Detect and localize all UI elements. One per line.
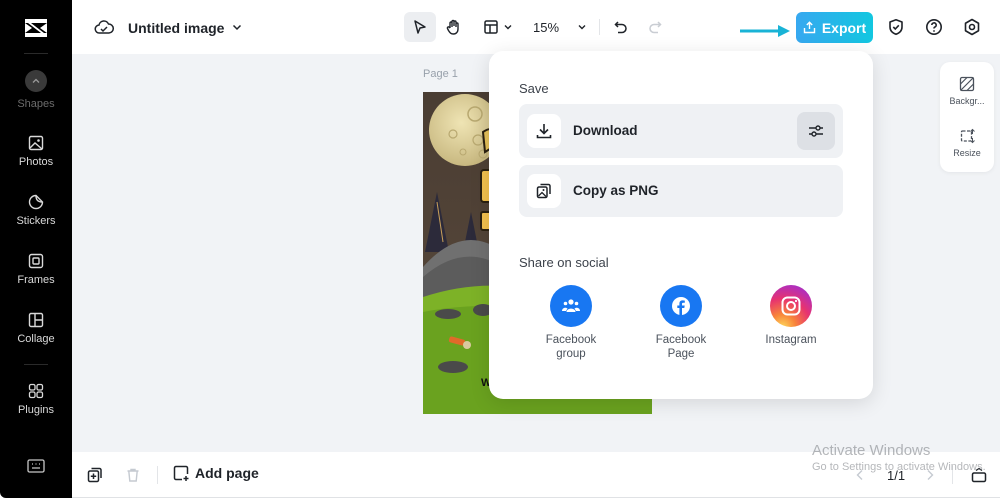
facebook-group-icon [550,285,592,327]
undo-icon [614,21,627,34]
facebook-page-label-line1: Facebook [655,334,707,346]
facebook-group-label-line2: group [556,348,586,360]
copy-as-png-option[interactable]: Copy as PNG [519,165,843,217]
hand-tool-button[interactable] [440,12,468,42]
sidebar-item-shapes[interactable]: Shapes [0,70,72,110]
zoom-level[interactable]: 15% [533,20,559,35]
share-facebook-page[interactable]: Facebook Page [641,285,721,361]
export-popover: Save Download Copy as PNG Share on socia… [489,51,873,399]
annotation-arrow-icon [740,25,790,37]
copy-as-png-label: Copy as PNG [573,183,659,198]
left-sidebar: Shapes Photos Stickers Frames Collage Pl… [0,0,72,498]
sidebar-item-label: Shapes [17,98,55,110]
share-instagram[interactable]: Instagram [751,285,831,347]
sidebar-item-label: Plugins [17,404,55,416]
resize-icon [960,128,975,144]
sidebar-item-photos[interactable]: Photos [0,134,72,168]
sidebar-divider [24,364,48,365]
top-toolbar: Untitled image 15% Export [72,0,1000,54]
cursor-pointer-icon [414,20,426,34]
chevron-down-icon [504,25,512,30]
next-page-icon[interactable] [925,469,935,481]
app-window: Shapes Photos Stickers Frames Collage Pl… [0,0,1000,500]
cloud-saved-icon[interactable] [94,18,114,36]
download-settings-button[interactable] [797,112,835,150]
bottom-divider [157,466,158,484]
save-heading: Save [519,81,549,96]
layout-menu-button[interactable] [478,12,518,42]
sliders-icon [809,125,823,137]
hand-icon [446,19,459,35]
download-icon [536,124,552,139]
share-facebook-group[interactable]: Facebook group [531,285,611,361]
background-button[interactable]: Backgr... [940,76,994,106]
upload-icon [803,21,816,34]
plugins-grid-icon [28,383,44,399]
sidebar-item-label: Frames [17,274,55,286]
redo-icon [649,21,662,34]
sidebar-item-label: Stickers [16,215,56,227]
resize-button[interactable]: Resize [940,128,994,158]
download-label: Download [573,123,638,138]
help-icon[interactable] [925,18,943,36]
undo-button[interactable] [609,12,633,42]
previous-page-icon[interactable] [855,469,865,481]
collage-icon [28,312,44,328]
page-counter: 1/1 [887,468,906,483]
chevron-up-icon[interactable] [25,70,47,92]
photo-icon [28,135,44,151]
document-title[interactable]: Untitled image [128,20,224,36]
background-hatch-icon [959,76,975,92]
resize-label: Resize [953,148,981,158]
share-heading: Share on social [519,255,609,270]
copy-icon-box [527,174,561,208]
sidebar-item-plugins[interactable]: Plugins [0,382,72,416]
select-tool-button[interactable] [404,12,436,42]
page-label: Page 1 [423,68,458,80]
redo-button[interactable] [643,12,667,42]
sidebar-divider [24,53,48,54]
settings-gear-icon[interactable] [963,18,981,36]
shield-check-icon[interactable] [887,18,905,36]
facebook-group-label-line1: Facebook [545,334,597,346]
instagram-label: Instagram [765,334,817,346]
facebook-page-label-line2: Page [667,348,695,360]
sidebar-item-collage[interactable]: Collage [0,311,72,345]
sidebar-item-frames[interactable]: Frames [0,252,72,286]
instagram-icon [770,285,812,327]
chevron-down-icon [578,25,586,30]
export-button[interactable]: Export [796,12,873,43]
add-page-icon [173,465,189,481]
add-page-label: Add page [195,465,259,481]
duplicate-page-icon[interactable] [87,467,103,483]
background-label: Backgr... [949,96,985,106]
add-page-button[interactable]: Add page [173,465,259,481]
export-label: Export [821,19,867,36]
delete-page-icon[interactable] [125,467,141,483]
zoom-dropdown-button[interactable] [572,12,592,42]
sidebar-item-stickers[interactable]: Stickers [0,193,72,227]
layout-icon [484,20,498,34]
sidebar-item-label: Photos [18,156,54,168]
keyboard-shortcuts-icon[interactable] [27,459,45,473]
facebook-icon [660,285,702,327]
sticker-icon [28,194,44,210]
toolbar-divider [599,19,600,35]
frame-icon [28,253,44,269]
page-panel-toggle-icon[interactable] [971,467,987,483]
right-floating-panel: Backgr... Resize [940,62,994,172]
copy-image-icon [536,183,551,199]
download-icon-box [527,114,561,148]
chevron-down-icon[interactable] [231,21,243,33]
capcut-logo-icon[interactable] [22,16,50,40]
sidebar-item-label: Collage [17,333,55,345]
bottom-divider [952,466,953,484]
download-option[interactable]: Download [519,104,843,158]
bottom-toolbar: Add page 1/1 [72,452,1000,498]
